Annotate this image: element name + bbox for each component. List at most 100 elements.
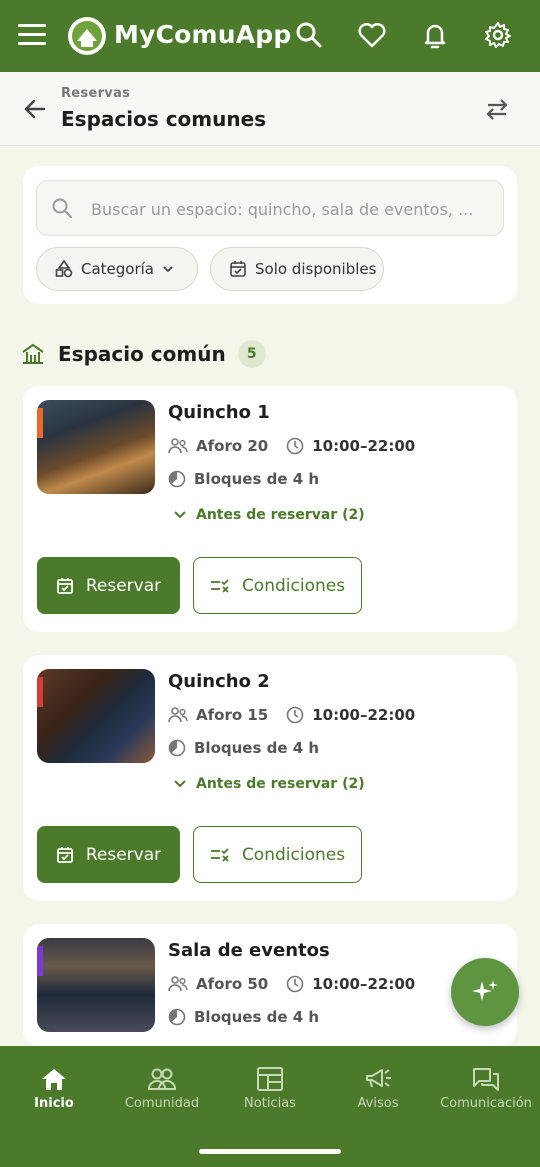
page-header: Reservas Espacios comunes (0, 72, 540, 146)
available-filter-label: Solo disponibles (255, 260, 377, 278)
timer-icon (168, 1008, 186, 1026)
conditions-button[interactable]: Condiciones (193, 826, 362, 883)
nav-label: Comunicación (440, 1096, 532, 1111)
back-arrow-icon[interactable] (22, 96, 48, 122)
home-indicator (199, 1149, 341, 1154)
space-name: Sala de eventos (168, 940, 330, 961)
space-blocks: Bloques de 4 h (194, 1008, 320, 1026)
home-icon (42, 1069, 66, 1090)
menu-icon[interactable] (18, 24, 46, 48)
section-count-badge: 5 (237, 340, 266, 368)
before-reserve-label: Antes de reservar (2) (196, 507, 365, 523)
calendar-check-icon (56, 846, 73, 863)
people-icon (168, 976, 188, 992)
search-input[interactable] (91, 189, 491, 229)
swap-icon[interactable] (484, 97, 510, 121)
chat-icon (473, 1068, 499, 1091)
space-photo (37, 938, 155, 1032)
megaphone-icon (366, 1069, 391, 1088)
space-card[interactable]: Sala de eventos Aforo 50 10:00–22:00 Blo… (23, 924, 517, 1046)
space-info-row: Aforo 15 10:00–22:00 (168, 706, 415, 724)
space-card[interactable]: Quincho 2 Aforo 15 10:00–22:00 Bloques d… (23, 655, 517, 901)
community-icon (147, 1068, 177, 1090)
nav-item-inicio[interactable]: Inicio (0, 1060, 108, 1111)
space-card[interactable]: Quincho 1 Aforo 20 10:00–22:00 Bloques d… (23, 386, 517, 632)
news-icon (257, 1067, 283, 1091)
conditions-button-label: Condiciones (241, 844, 346, 865)
space-info-row: Aforo 50 10:00–22:00 (168, 975, 415, 993)
space-blocks: Bloques de 4 h (194, 470, 320, 488)
nav-label: Inicio (34, 1096, 74, 1111)
settings-icon[interactable] (483, 20, 513, 50)
nav-item-noticias[interactable]: Noticias (216, 1060, 324, 1111)
chevron-down-icon (174, 780, 186, 788)
clock-icon (286, 437, 304, 455)
category-filter-label: Categoría (81, 260, 155, 278)
space-blocks: Bloques de 4 h (194, 739, 320, 757)
people-icon (168, 438, 188, 454)
before-reserve-toggle[interactable]: Antes de reservar (2) (174, 776, 365, 792)
space-hours: 10:00–22:00 (312, 706, 416, 724)
before-reserve-toggle[interactable]: Antes de reservar (2) (174, 507, 365, 523)
nav-item-comunicacion[interactable]: Comunicación (432, 1060, 540, 1111)
timer-icon (168, 739, 186, 757)
space-blocks-row: Bloques de 4 h (168, 470, 319, 488)
app-logo (68, 17, 106, 55)
accent-tag (37, 946, 43, 976)
space-info-row: Aforo 20 10:00–22:00 (168, 437, 415, 455)
people-icon (168, 707, 188, 723)
bottom-nav: Inicio Comunidad Noticias Avisos Comunic… (0, 1046, 540, 1167)
space-photo (37, 400, 155, 494)
search-icon[interactable] (294, 20, 324, 50)
app-name: MyComuApp (114, 20, 292, 49)
calendar-check-icon (56, 577, 73, 594)
nav-item-avisos[interactable]: Avisos (324, 1060, 432, 1111)
reserve-button-label: Reservar (85, 844, 162, 865)
timer-icon (168, 470, 186, 488)
favorites-icon[interactable] (357, 20, 387, 50)
conditions-button-label: Condiciones (241, 575, 346, 596)
space-capacity: Aforo 15 (196, 706, 269, 724)
space-photo (37, 669, 155, 763)
conditions-button[interactable]: Condiciones (193, 557, 362, 614)
space-name: Quincho 2 (168, 671, 270, 692)
app-bar: MyComuApp (0, 0, 540, 72)
space-hours: 10:00–22:00 (312, 975, 416, 993)
space-name: Quincho 1 (168, 402, 270, 423)
notifications-icon[interactable] (420, 20, 450, 50)
nav-label: Avisos (357, 1096, 399, 1111)
section-header: Espacio común 5 (22, 338, 266, 370)
assistant-fab[interactable] (451, 958, 519, 1026)
category-icon (55, 260, 73, 278)
sparkle-icon (472, 980, 498, 1001)
space-capacity: Aforo 50 (196, 975, 269, 993)
clock-icon (286, 975, 304, 993)
available-filter[interactable]: Solo disponibles (210, 247, 384, 291)
building-icon (22, 343, 44, 364)
reserve-button-label: Reservar (85, 575, 162, 596)
search-icon (52, 198, 72, 218)
nav-item-comunidad[interactable]: Comunidad (108, 1060, 216, 1111)
space-capacity: Aforo 20 (196, 437, 269, 455)
nav-label: Comunidad (124, 1096, 200, 1111)
chevron-down-icon (174, 511, 186, 519)
space-blocks-row: Bloques de 4 h (168, 1008, 319, 1026)
space-hours: 10:00–22:00 (312, 437, 416, 455)
calendar-check-icon (230, 261, 246, 277)
chevron-down-icon (163, 266, 173, 273)
checklist-icon (210, 847, 229, 862)
space-blocks-row: Bloques de 4 h (168, 739, 319, 757)
accent-tag (37, 677, 43, 707)
before-reserve-label: Antes de reservar (2) (196, 776, 365, 792)
reserve-button[interactable]: Reservar (37, 826, 180, 883)
accent-tag (37, 408, 43, 438)
nav-label: Noticias (244, 1096, 296, 1111)
checklist-icon (210, 578, 229, 593)
search-panel: Categoría Solo disponibles (23, 166, 517, 304)
search-box[interactable] (36, 180, 504, 236)
clock-icon (286, 706, 304, 724)
page-title: Espacios comunes (61, 107, 267, 131)
reserve-button[interactable]: Reservar (37, 557, 180, 614)
category-filter[interactable]: Categoría (36, 247, 198, 291)
breadcrumb[interactable]: Reservas (61, 86, 130, 101)
